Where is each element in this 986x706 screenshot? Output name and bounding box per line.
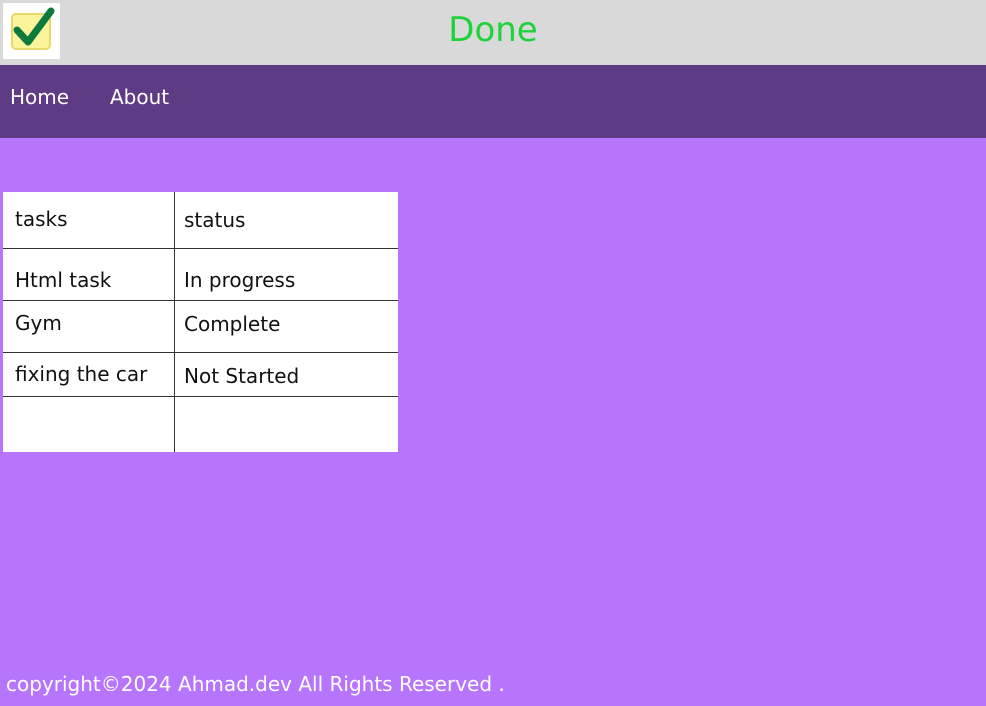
task-cell: fixing the car <box>15 362 148 386</box>
nav-bar: Home About <box>0 65 986 138</box>
task-cell: Gym <box>15 311 62 335</box>
row-divider <box>3 248 398 249</box>
nav-link-about[interactable]: About <box>110 85 169 109</box>
column-header-status: status <box>184 208 246 232</box>
task-cell: Html task <box>15 268 112 292</box>
page-title: Done <box>448 10 538 50</box>
footer-copyright: copyright©2024 Ahmad.dev All Rights Rese… <box>6 672 505 696</box>
status-cell: In progress <box>184 268 296 292</box>
tasks-table: tasks status Html task In progress Gym C… <box>3 192 398 452</box>
row-divider <box>3 300 398 301</box>
column-divider <box>174 192 175 452</box>
nav-link-home[interactable]: Home <box>10 85 69 109</box>
status-cell: Complete <box>184 312 281 336</box>
row-divider <box>3 396 398 397</box>
status-cell: Not Started <box>184 364 300 388</box>
row-divider <box>3 352 398 353</box>
column-header-tasks: tasks <box>15 207 68 231</box>
app-header: Done <box>0 0 986 65</box>
